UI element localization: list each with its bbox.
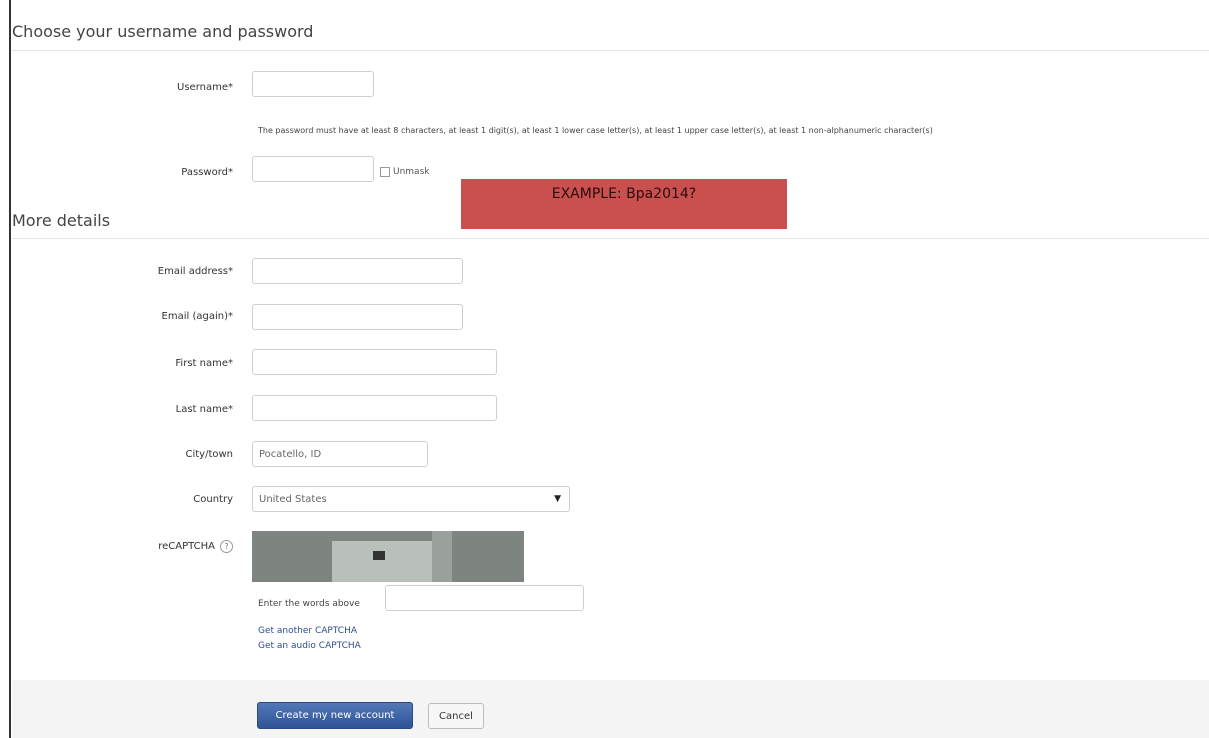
recaptcha-label: reCAPTCHA — [158, 541, 215, 552]
captcha-input[interactable] — [385, 585, 584, 611]
help-icon[interactable]: ? — [220, 540, 233, 553]
form-footer — [12, 680, 1209, 738]
email-again-input[interactable] — [252, 304, 463, 330]
recaptcha-label-row: reCAPTCHA? — [83, 540, 233, 553]
username-label: Username* — [177, 82, 233, 93]
city-value: Pocatello, ID — [259, 448, 322, 460]
section-title-credentials: Choose your username and password — [12, 22, 314, 41]
email-again-label: Email (again)* — [161, 311, 233, 322]
section-title-more-details: More details — [12, 211, 111, 230]
example-password-banner: EXAMPLE: Bpa2014? — [461, 179, 787, 229]
create-account-button[interactable]: Create my new account — [257, 702, 413, 729]
unmask-toggle[interactable]: Unmask — [380, 167, 429, 177]
city-label: City/town — [185, 449, 233, 460]
divider — [12, 238, 1209, 239]
another-captcha-link[interactable]: Get another CAPTCHA — [258, 626, 357, 636]
captcha-image-panel — [432, 531, 452, 582]
unmask-label: Unmask — [393, 167, 430, 177]
email-label: Email address* — [157, 266, 233, 277]
audio-captcha-link[interactable]: Get an audio CAPTCHA — [258, 641, 361, 651]
password-label: Password* — [181, 167, 233, 178]
country-label: Country — [193, 494, 233, 505]
example-password-text: EXAMPLE: Bpa2014? — [551, 186, 697, 202]
last-name-input[interactable] — [252, 395, 497, 421]
password-policy-text: The password must have at least 8 charac… — [258, 126, 933, 135]
first-name-input[interactable] — [252, 349, 497, 375]
captcha-image — [252, 531, 524, 582]
email-input[interactable] — [252, 258, 463, 284]
city-input[interactable]: Pocatello, ID — [252, 441, 428, 467]
cancel-button[interactable]: Cancel — [428, 703, 484, 729]
password-input[interactable] — [252, 156, 374, 182]
captcha-prompt: Enter the words above — [258, 599, 360, 609]
country-select[interactable]: United States ▼ — [252, 486, 570, 512]
unmask-checkbox[interactable] — [380, 167, 390, 177]
captcha-image-panel — [332, 541, 442, 582]
last-name-label: Last name* — [175, 404, 233, 415]
captcha-image-sign — [373, 551, 385, 560]
country-value: United States — [259, 493, 327, 505]
username-input[interactable] — [252, 71, 374, 97]
dropdown-arrow-icon: ▼ — [554, 494, 561, 504]
first-name-label: First name* — [175, 358, 233, 369]
left-border — [9, 0, 11, 738]
divider — [12, 50, 1209, 51]
